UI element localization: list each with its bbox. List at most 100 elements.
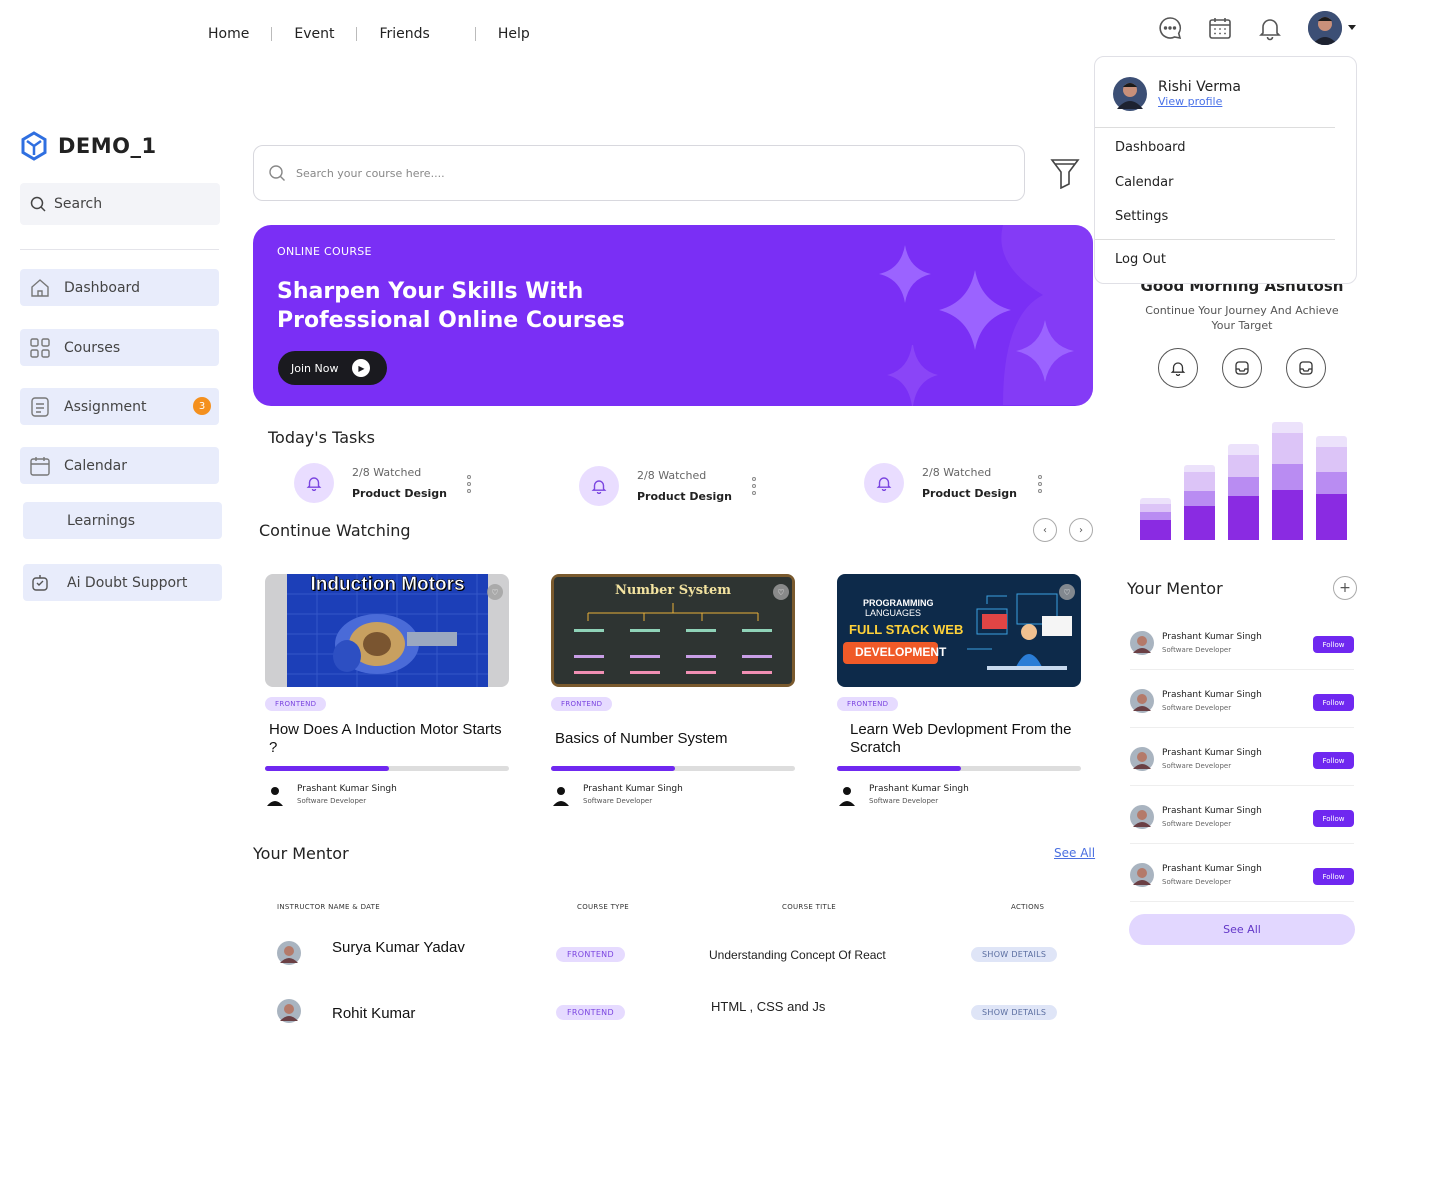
bell-icon[interactable]: [1158, 348, 1198, 388]
mentor-name: Prashant Kumar Singh: [1162, 631, 1262, 642]
sidebar-search[interactable]: Search: [20, 183, 220, 225]
greeting: Good Morning Ashutosh Continue Your Jour…: [1130, 277, 1354, 333]
avatar: [1113, 77, 1147, 111]
hexagon-logo-icon: [21, 131, 47, 161]
progress-fill: [837, 766, 962, 771]
course-tag: FRONTEND: [551, 697, 613, 711]
follow-button[interactable]: Follow: [1313, 694, 1354, 711]
thumbnail-text: DEVELOPMENT: [855, 645, 947, 659]
mentor-row: Prashant Kumar Singh Software Developer Fo…: [1130, 732, 1354, 786]
sidebar-item-learnings[interactable]: Learnings: [23, 502, 222, 539]
heart-icon[interactable]: ♡: [487, 584, 503, 600]
course-thumbnail: PROGRAMMING LANGUAGES FULL STACK WEB DEV…: [837, 574, 1081, 687]
thumbnail-text: Induction Motors: [310, 574, 465, 595]
nav-event[interactable]: Event: [294, 26, 356, 42]
show-details-button[interactable]: SHOW DETAILS: [971, 947, 1058, 962]
heart-icon[interactable]: ♡: [1059, 584, 1075, 600]
mentor-role: Software Developer: [1162, 877, 1232, 886]
sidebar-item-courses[interactable]: Courses: [20, 329, 219, 366]
bar-segment: [1140, 520, 1171, 540]
sidebar-item-ai-doubt-support[interactable]: Ai Doubt Support: [23, 564, 222, 601]
task-menu-icon[interactable]: [1038, 475, 1042, 496]
task-item[interactable]: 2/8 Watched Product Design: [864, 463, 1017, 503]
next-arrow-icon[interactable]: ›: [1069, 518, 1093, 542]
mentor-role: Software Developer: [1162, 761, 1232, 770]
course-progress: [551, 766, 795, 771]
task-item[interactable]: 2/8 Watched Product Design: [294, 463, 447, 503]
sidebar-item-assignment[interactable]: Assignment 3: [20, 388, 219, 425]
brand-logo[interactable]: DEMO_1: [20, 131, 157, 161]
avatar: [1130, 688, 1154, 713]
follow-button[interactable]: Follow: [1313, 868, 1354, 885]
join-now-button[interactable]: Join Now ▶: [278, 351, 387, 385]
see-all-link[interactable]: See All: [1054, 846, 1095, 860]
course-type-badge: FRONTEND: [556, 1005, 625, 1020]
task-watched: 2/8 Watched: [352, 466, 422, 479]
avatar: [1308, 11, 1342, 45]
bar-segment: [1140, 511, 1171, 521]
user-avatar-menu[interactable]: [1306, 11, 1358, 45]
profile-name: Rishi Verma: [1158, 79, 1241, 95]
sidebar-item-label: Dashboard: [64, 279, 140, 296]
nav-home[interactable]: Home: [208, 26, 271, 42]
follow-button[interactable]: Follow: [1313, 636, 1354, 653]
inbox-icon[interactable]: [1286, 348, 1326, 388]
document-icon: [31, 396, 49, 417]
course-title: How Does A Induction Motor Starts ?: [269, 721, 502, 756]
see-all-mentors-button[interactable]: See All: [1129, 914, 1355, 945]
course-card[interactable]: PROGRAMMING LANGUAGES FULL STACK WEB DEV…: [837, 574, 1081, 806]
follow-button[interactable]: Follow: [1313, 752, 1354, 769]
view-profile-link[interactable]: View profile: [1158, 95, 1222, 108]
course-card[interactable]: Number System ♡ FRONTEND Basics of Numbe…: [551, 574, 795, 806]
course-title: Basics of Number System: [555, 730, 728, 747]
sidebar-item-label: Ai Doubt Support: [67, 574, 188, 591]
mentor-name: Prashant Kumar Singh: [1162, 805, 1262, 816]
menu-divider: [1095, 127, 1335, 128]
progress-fill: [551, 766, 676, 771]
bar-segment: [1184, 506, 1215, 540]
bell-icon[interactable]: [1256, 14, 1284, 42]
nav-help[interactable]: Help: [498, 26, 552, 42]
bell-icon: [864, 463, 904, 503]
menu-item-calendar[interactable]: Calendar: [1115, 175, 1173, 190]
bar-segment: [1140, 504, 1171, 512]
sparkle-decoration: [879, 225, 1093, 406]
menu-item-dashboard[interactable]: Dashboard: [1115, 140, 1186, 155]
avatar: [277, 999, 301, 1023]
nav-divider: [271, 27, 273, 41]
heart-icon[interactable]: ♡: [773, 584, 789, 600]
hero-kicker: ONLINE COURSE: [277, 245, 372, 258]
sidebar-item-calendar[interactable]: Calendar: [20, 447, 219, 484]
mentor-name: Prashant Kumar Singh: [1162, 747, 1262, 758]
mentor-name: Prashant Kumar Singh: [1162, 689, 1262, 700]
avatar: [1130, 862, 1154, 887]
task-menu-icon[interactable]: [467, 475, 471, 496]
column-header: COURSE TITLE: [782, 903, 837, 911]
bar-segment: [1272, 422, 1303, 434]
chat-icon[interactable]: [1156, 14, 1184, 42]
task-menu-icon[interactable]: [752, 477, 756, 498]
filter-icon[interactable]: [1050, 157, 1080, 193]
course-title-cell: HTML , CSS and Js: [711, 999, 826, 1014]
show-details-button[interactable]: SHOW DETAILS: [971, 1005, 1058, 1020]
mentor-row: Prashant Kumar Singh Software Developer Fo…: [1130, 790, 1354, 844]
menu-item-log-out[interactable]: Log Out: [1115, 252, 1166, 267]
prev-arrow-icon[interactable]: ‹: [1033, 518, 1057, 542]
instructor-name: Rohit Kumar: [332, 1005, 416, 1022]
mentor-role: Software Developer: [1162, 819, 1232, 828]
follow-button[interactable]: Follow: [1313, 810, 1354, 827]
bar-segment: [1316, 494, 1347, 540]
add-icon[interactable]: +: [1333, 576, 1357, 600]
bar-segment: [1228, 444, 1259, 455]
course-search[interactable]: Search your course here....: [253, 145, 1025, 201]
sidebar-item-dashboard[interactable]: Dashboard: [20, 269, 219, 306]
calendar-icon[interactable]: [1206, 14, 1234, 42]
bar-stack: [1184, 464, 1215, 540]
bar-segment: [1272, 489, 1303, 540]
menu-item-settings[interactable]: Settings: [1115, 209, 1168, 224]
inbox-icon[interactable]: [1222, 348, 1262, 388]
course-thumbnail: Induction Motors ♡: [265, 574, 509, 687]
task-item[interactable]: 2/8 Watched Product Design: [579, 466, 732, 506]
nav-friends[interactable]: Friends: [379, 26, 474, 42]
course-card[interactable]: Induction Motors ♡ FRONTEND How Does A I…: [265, 574, 509, 806]
